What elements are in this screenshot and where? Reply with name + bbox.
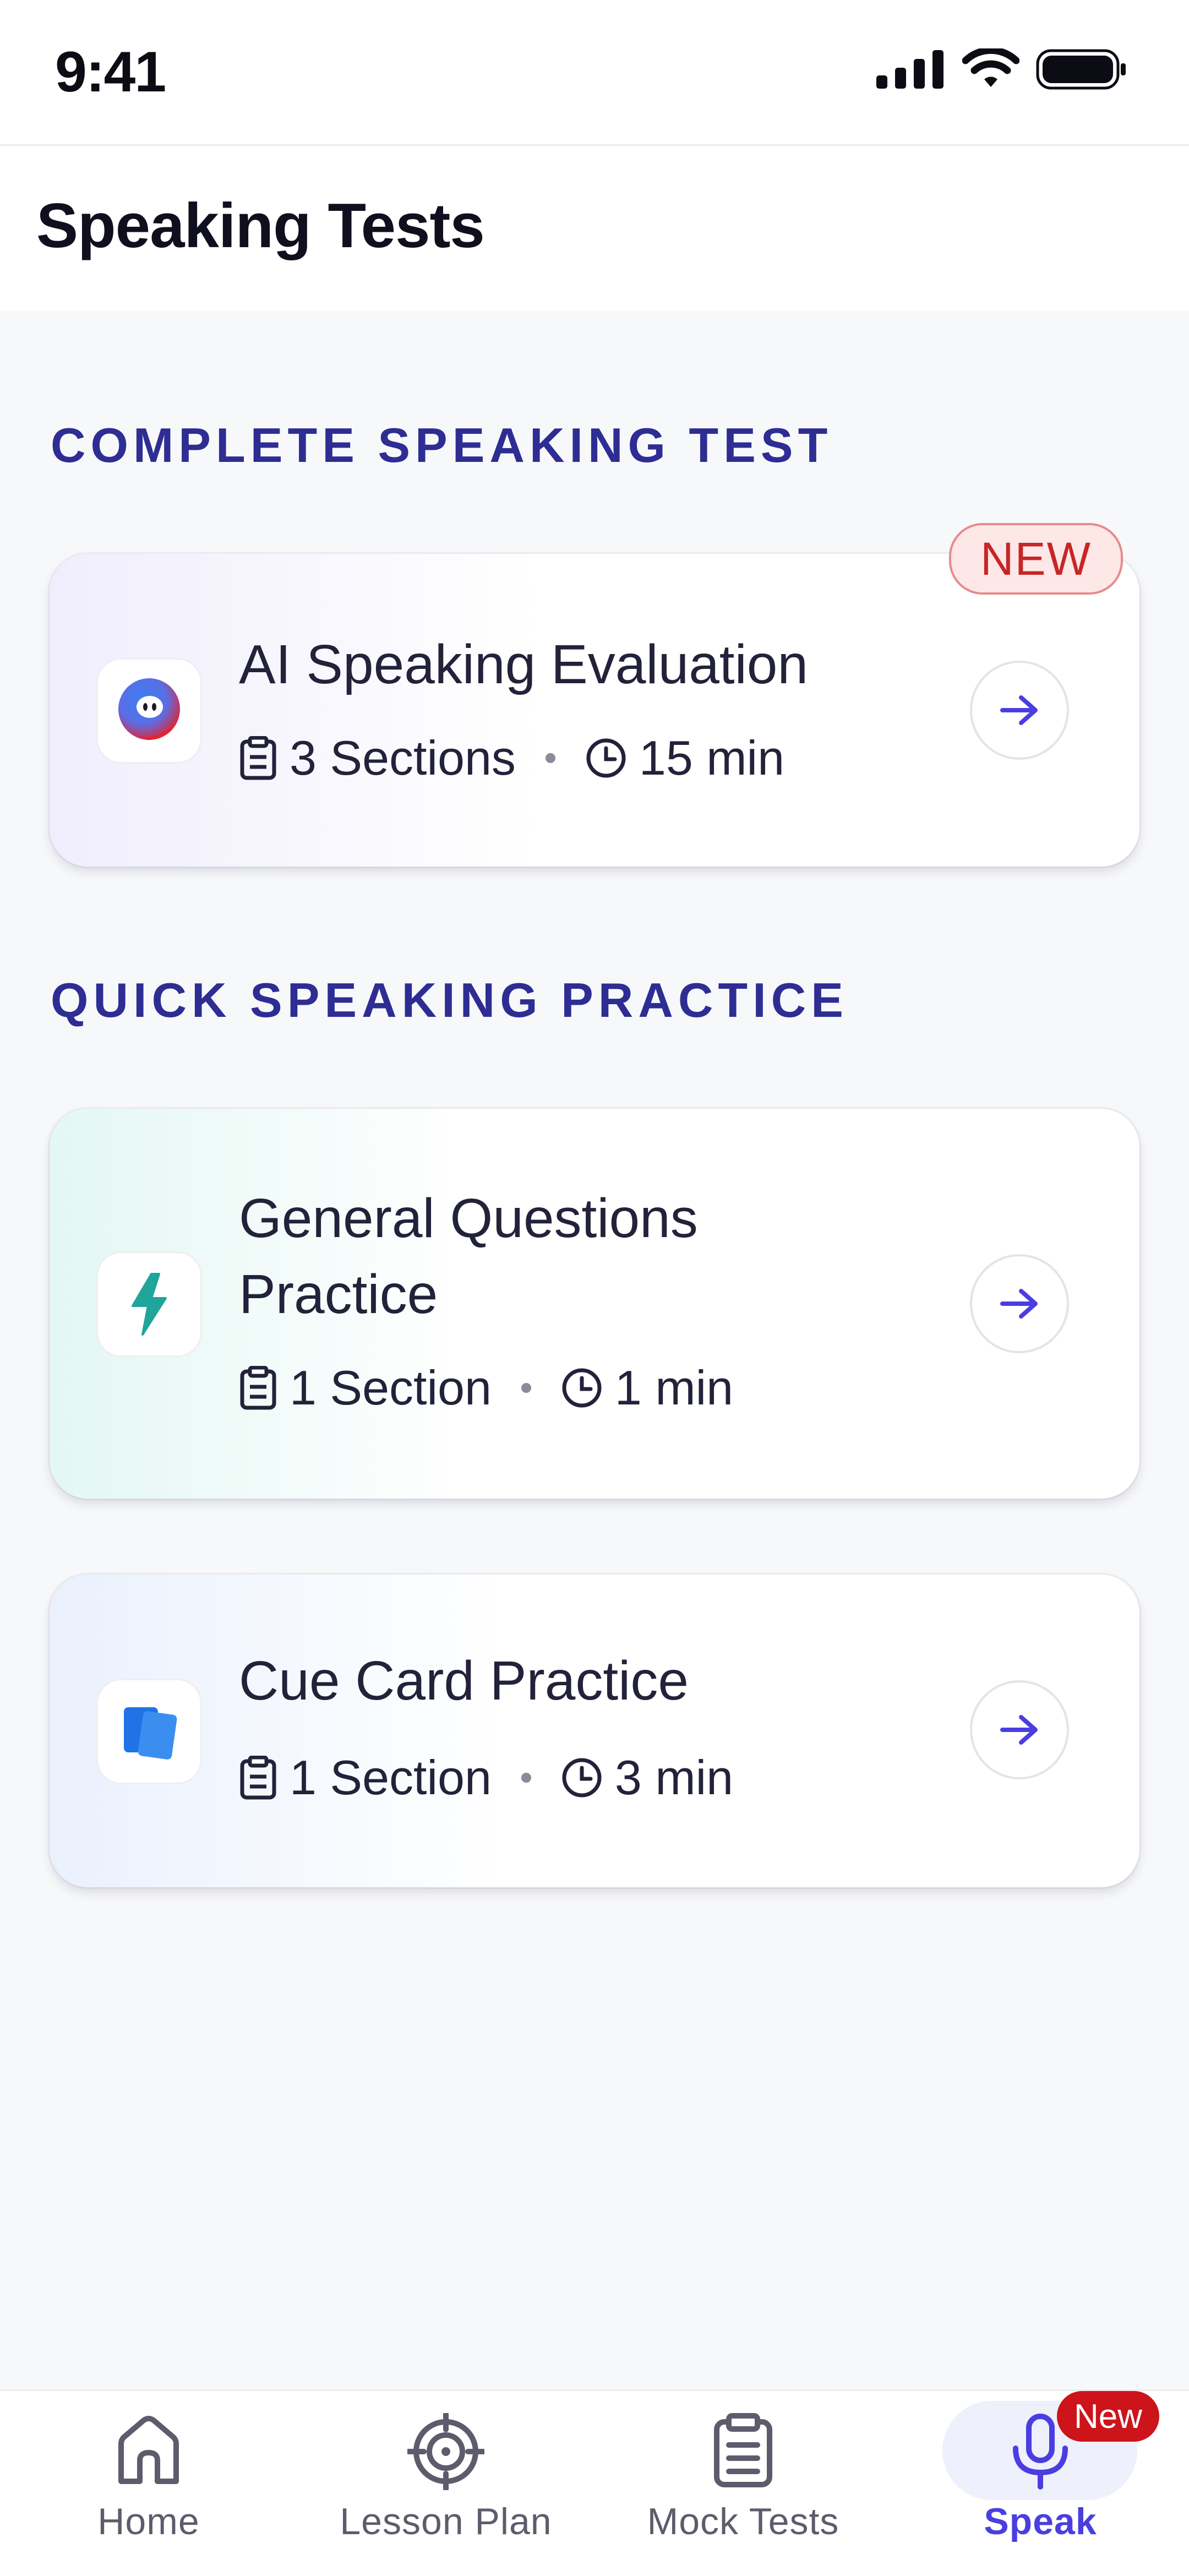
- ai-mascot-icon: [118, 678, 180, 740]
- tab-home[interactable]: Home: [0, 2391, 297, 2576]
- section-label-complete-test: COMPLETE SPEAKING TEST: [51, 418, 833, 472]
- card-sections: 1 Section: [290, 1360, 492, 1415]
- card-general-questions-practice[interactable]: General Questions Practice 1 Section 1 m…: [50, 1109, 1139, 1499]
- clock-icon: [586, 738, 626, 778]
- card-meta: 3 Sections 15 min: [239, 730, 784, 786]
- signal-icon: [876, 50, 943, 89]
- section-label-quick-practice: QUICK SPEAKING PRACTICE: [51, 973, 848, 1027]
- new-badge: NEW: [949, 523, 1123, 595]
- open-arrow-button[interactable]: [972, 1256, 1067, 1351]
- tab-new-badge: New: [1057, 2391, 1159, 2442]
- separator-dot: [545, 753, 555, 763]
- home-icon: [118, 2416, 179, 2484]
- clipboard-icon: [240, 736, 276, 780]
- lightning-icon-tile: [98, 1253, 200, 1355]
- tab-label: Home: [97, 2501, 200, 2542]
- battery-icon: [1036, 49, 1126, 90]
- clipboard-icon: [714, 2413, 772, 2487]
- wifi-icon: [962, 48, 1019, 87]
- page-header: Speaking Tests: [0, 146, 1189, 311]
- page-title: Speaking Tests: [36, 191, 485, 261]
- card-title: General Questions Practice: [239, 1180, 698, 1332]
- card-duration: 3 min: [614, 1750, 734, 1805]
- tab-label: Mock Tests: [647, 2501, 839, 2542]
- cards-icon: [124, 1707, 177, 1760]
- lightning-icon: [132, 1273, 167, 1336]
- card-ai-speaking-evaluation[interactable]: NEW AI Speaking Evaluation 3 Sections 15…: [50, 523, 1139, 867]
- tab-label: Lesson Plan: [340, 2501, 552, 2542]
- card-cue-card-practice[interactable]: Cue Card Practice 1 Section 3 min: [50, 1575, 1139, 1887]
- tab-mock-tests[interactable]: Mock Tests: [594, 2391, 892, 2576]
- card-duration: 15 min: [639, 731, 785, 785]
- status-icons: [876, 48, 1127, 90]
- card-title-line-1: General Questions: [239, 1188, 698, 1249]
- card-sections: 1 Section: [290, 1750, 492, 1805]
- status-bar: 9:41: [0, 0, 1189, 146]
- clipboard-icon: [240, 1366, 276, 1410]
- card-title: Cue Card Practice: [239, 1650, 689, 1712]
- open-arrow-button[interactable]: [972, 1682, 1067, 1777]
- clipboard-icon: [240, 1756, 276, 1800]
- ai-mascot-icon-tile: [98, 660, 200, 762]
- clock-icon: [562, 1368, 602, 1408]
- arrow-right-icon: [1000, 1289, 1038, 1319]
- separator-dot: [521, 1773, 531, 1783]
- card-title: AI Speaking Evaluation: [239, 634, 809, 695]
- bottom-tab-bar: Home Lesson Plan Mock Tests Speak New: [0, 2389, 1189, 2576]
- card-duration: 1 min: [614, 1360, 734, 1415]
- clock-icon: [562, 1758, 602, 1798]
- arrow-right-icon: [1000, 695, 1038, 725]
- separator-dot: [521, 1383, 531, 1393]
- card-meta: 1 Section 3 min: [239, 1750, 733, 1806]
- open-arrow-button[interactable]: [972, 663, 1067, 758]
- card-title-line-2: Practice: [239, 1264, 438, 1325]
- card-sections: 3 Sections: [290, 731, 516, 785]
- arrow-right-icon: [1000, 1715, 1038, 1745]
- cards-icon-tile: [98, 1680, 200, 1783]
- status-time: 9:41: [55, 40, 166, 104]
- target-icon: [407, 2413, 484, 2490]
- tab-lesson-plan[interactable]: Lesson Plan: [297, 2391, 594, 2576]
- card-meta: 1 Section 1 min: [239, 1360, 733, 1416]
- tab-label: Speak: [984, 2501, 1097, 2542]
